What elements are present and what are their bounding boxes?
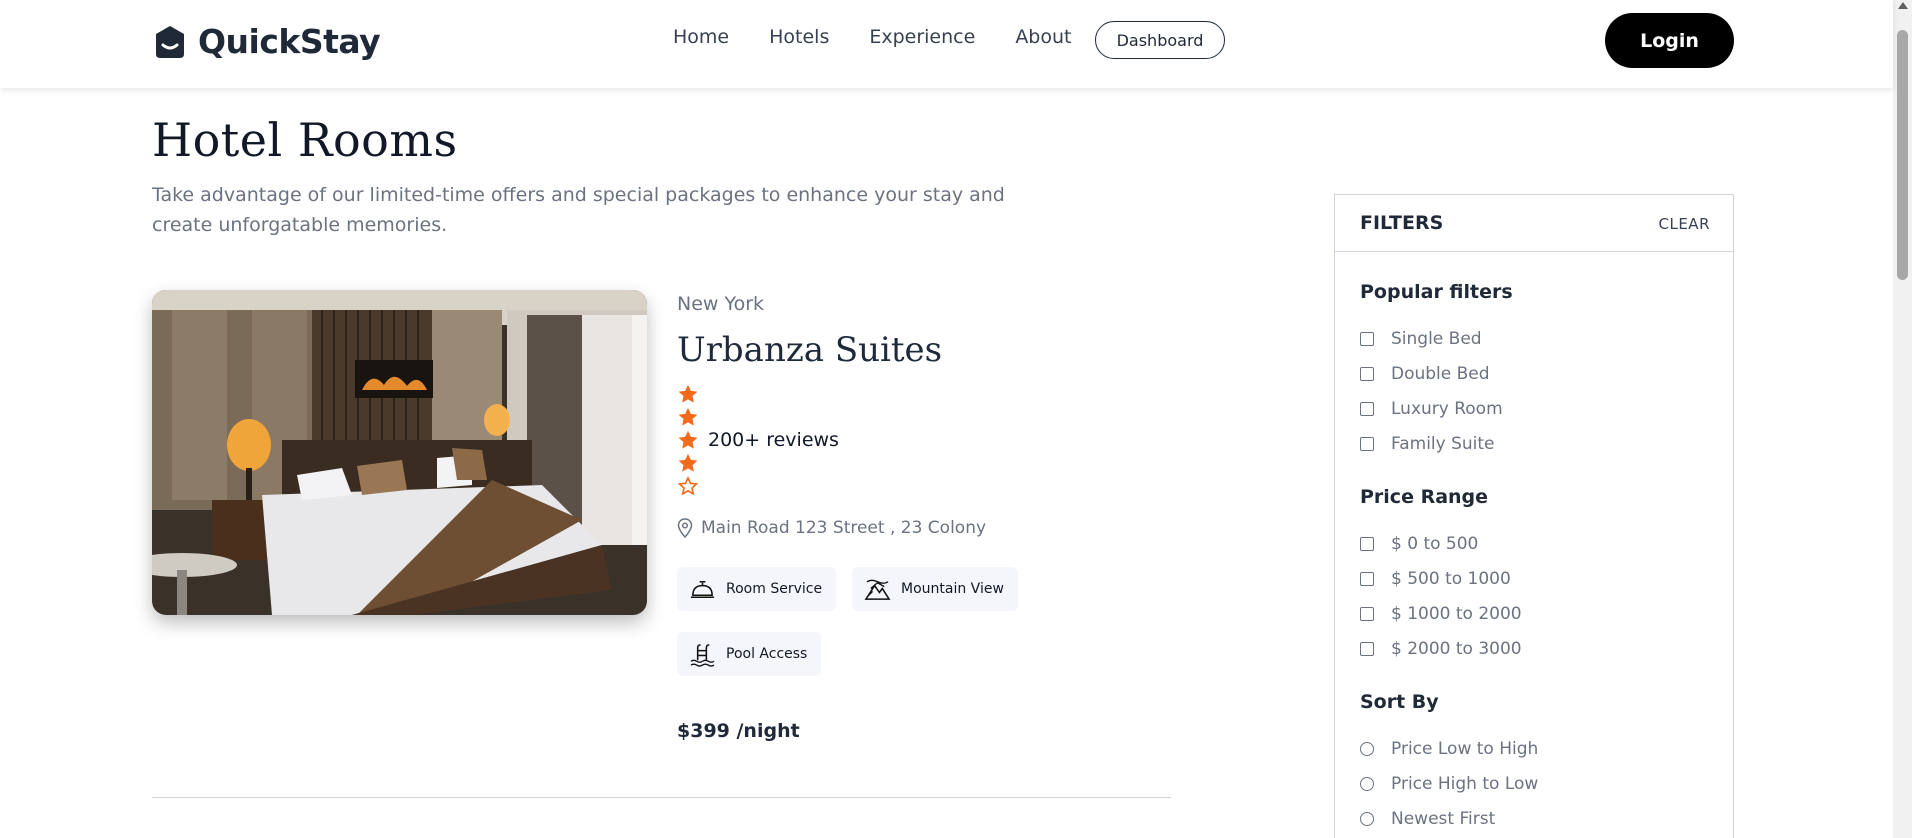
popular-filters-title: Popular filters <box>1360 281 1513 303</box>
filter-option-label: $ 2000 to 3000 <box>1391 639 1522 659</box>
filter-family-suite[interactable]: Family Suite <box>1360 434 1495 454</box>
room-service-bell-icon <box>690 580 715 598</box>
radio-button[interactable] <box>1360 812 1374 826</box>
scrollbar-thumb[interactable] <box>1897 30 1908 280</box>
filter-price-1000-2000[interactable]: $ 1000 to 2000 <box>1360 604 1522 624</box>
card-divider <box>152 797 1171 798</box>
radio-button[interactable] <box>1360 742 1374 756</box>
hotel-room-image[interactable] <box>152 290 647 615</box>
brand-logo[interactable]: QuickStay <box>152 22 381 61</box>
sort-option-label: Newest First <box>1391 809 1496 829</box>
amenity-room-service: Room Service <box>677 567 837 611</box>
price-range-title: Price Range <box>1360 486 1489 508</box>
page-title: Hotel Rooms <box>152 113 458 167</box>
amenity-pool-access: Pool Access <box>677 632 822 676</box>
logo-house-icon <box>156 25 184 58</box>
sort-newest-first[interactable]: Newest First <box>1360 809 1495 829</box>
hotel-name[interactable]: Urbanza Suites <box>677 330 942 370</box>
pool-ladder-icon <box>690 643 715 667</box>
checkbox[interactable] <box>1360 332 1374 346</box>
hotel-price: $399 /night <box>677 720 800 742</box>
sort-price-low-high[interactable]: Price Low to High <box>1360 739 1538 759</box>
checkbox[interactable] <box>1360 607 1374 621</box>
sort-option-label: Price Low to High <box>1391 739 1539 759</box>
filter-luxury-room[interactable]: Luxury Room <box>1360 399 1503 419</box>
mountain-view-icon <box>864 579 891 600</box>
nav-link-experience[interactable]: Experience <box>869 26 975 48</box>
amenity-label: Room Service <box>726 581 823 597</box>
hotel-address: Main Road 123 Street , 23 Colony <box>677 518 986 538</box>
checkbox[interactable] <box>1360 367 1374 381</box>
amenity-label: Mountain View <box>901 581 1004 597</box>
filter-option-label: Luxury Room <box>1391 399 1503 419</box>
address-text: Main Road 123 Street , 23 Colony <box>701 518 987 538</box>
sort-option-label: Price High to Low <box>1391 774 1539 794</box>
sort-by-title: Sort By <box>1360 691 1439 713</box>
checkbox[interactable] <box>1360 642 1374 656</box>
amenity-mountain-view: Mountain View <box>852 567 1018 611</box>
filter-single-bed[interactable]: Single Bed <box>1360 329 1482 349</box>
checkbox[interactable] <box>1360 402 1374 416</box>
filter-price-0-500[interactable]: $ 0 to 500 <box>1360 534 1478 554</box>
page-subtitle: Take advantage of our limited-time offer… <box>152 184 1005 236</box>
star-filled-icon <box>678 453 698 472</box>
filter-option-label: Single Bed <box>1391 329 1482 349</box>
clear-filters-button[interactable]: CLEAR <box>1659 215 1711 233</box>
filter-price-500-1000[interactable]: $ 500 to 1000 <box>1360 569 1511 589</box>
star-filled-icon <box>678 384 698 403</box>
filters-panel: FILTERS CLEAR Popular filters Single Bed… <box>1334 194 1734 838</box>
location-pin-icon <box>677 518 693 538</box>
page-scrollbar[interactable] <box>1893 0 1912 838</box>
star-filled-icon <box>678 407 698 426</box>
sort-price-high-low[interactable]: Price High to Low <box>1360 774 1538 794</box>
radio-button[interactable] <box>1360 777 1374 791</box>
filter-double-bed[interactable]: Double Bed <box>1360 364 1490 384</box>
main-nav: Home Hotels Experience About <box>673 26 1072 48</box>
filter-option-label: $ 0 to 500 <box>1391 534 1479 554</box>
nav-link-home[interactable]: Home <box>673 26 729 48</box>
amenity-label: Pool Access <box>726 646 808 662</box>
filter-option-label: Family Suite <box>1391 434 1495 454</box>
filters-title: FILTERS <box>1360 212 1444 234</box>
login-button[interactable]: Login <box>1605 13 1734 68</box>
checkbox[interactable] <box>1360 537 1374 551</box>
dashboard-button[interactable]: Dashboard <box>1095 21 1225 59</box>
filter-price-2000-3000[interactable]: $ 2000 to 3000 <box>1360 639 1522 659</box>
brand-name: QuickStay <box>198 22 381 61</box>
checkbox[interactable] <box>1360 437 1374 451</box>
review-count: 200+ reviews <box>708 429 839 451</box>
star-filled-icon <box>678 430 698 449</box>
filter-option-label: Double Bed <box>1391 364 1490 384</box>
checkbox[interactable] <box>1360 572 1374 586</box>
star-rating <box>677 383 699 497</box>
filters-header: FILTERS CLEAR <box>1335 195 1733 252</box>
scroll-up-arrow-icon[interactable] <box>1898 2 1908 9</box>
hotel-room-photo <box>152 290 647 615</box>
hotel-city: New York <box>677 293 765 315</box>
nav-link-hotels[interactable]: Hotels <box>769 26 829 48</box>
top-navbar: QuickStay Home Hotels Experience About D… <box>0 0 1893 88</box>
star-outline-icon <box>677 476 699 496</box>
nav-link-about[interactable]: About <box>1015 26 1071 48</box>
filter-option-label: $ 500 to 1000 <box>1391 569 1511 589</box>
filter-option-label: $ 1000 to 2000 <box>1391 604 1522 624</box>
